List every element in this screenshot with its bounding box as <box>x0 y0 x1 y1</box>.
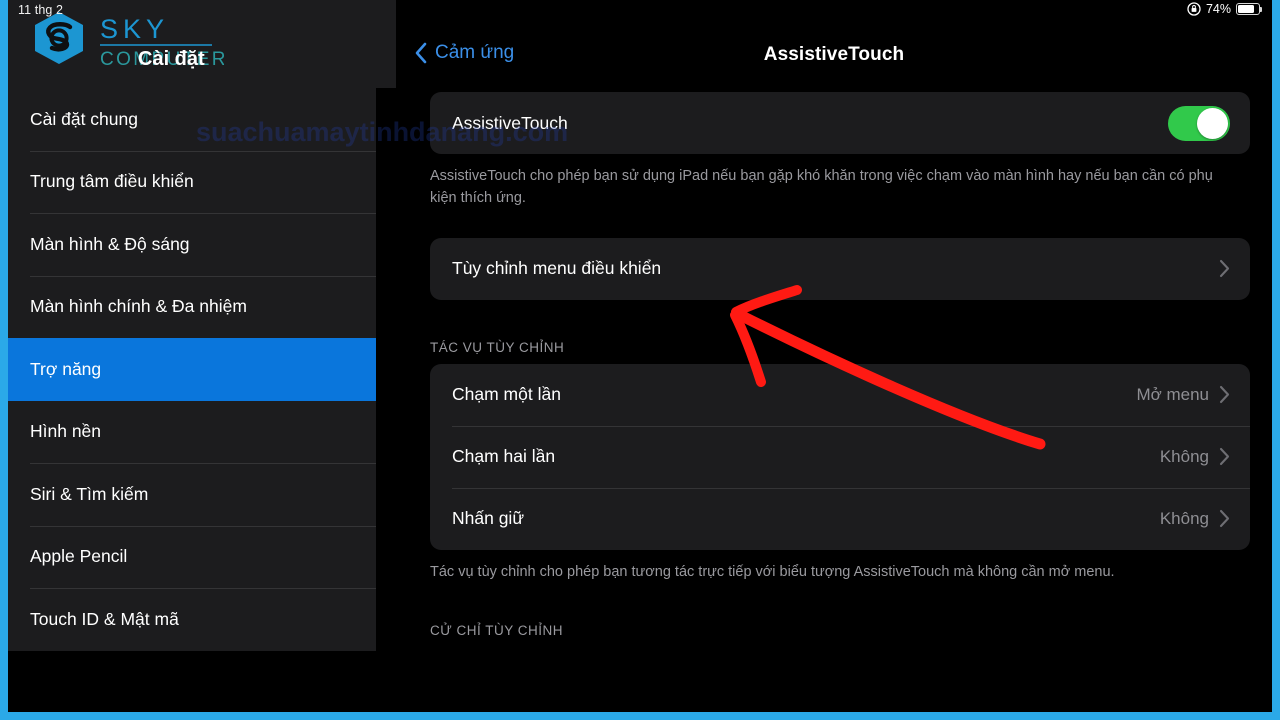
assistivetouch-footnote: AssistiveTouch cho phép bạn sử dụng iPad… <box>430 168 1213 206</box>
single-tap-label: Chạm một lần <box>452 384 561 404</box>
sidebar-item-apple-pencil[interactable]: Apple Pencil <box>8 525 396 588</box>
chevron-right-icon <box>1219 385 1230 404</box>
assistivetouch-toggle-label: AssistiveTouch <box>452 112 568 133</box>
screenshot-frame: 11 thg 2 74% SKY COMPUTER Cài đặt Cài đặ… <box>0 0 1280 720</box>
sidebar-item-cai-dat-chung[interactable]: Cài đặt chung <box>8 88 396 151</box>
status-bar: 11 thg 2 74% <box>8 0 1272 22</box>
sidebar-item-man-hinh-do-sang[interactable]: Màn hình & Độ sáng <box>8 213 396 276</box>
long-press-value: Không <box>1159 508 1209 528</box>
sidebar-item-label: Trung tâm điều khiển <box>30 171 194 192</box>
sidebar-item-trung-tam-dieu-khien[interactable]: Trung tâm điều khiển <box>8 150 396 213</box>
rotation-lock-icon <box>1187 2 1201 16</box>
long-press-label: Nhấn giữ <box>452 508 525 528</box>
assistivetouch-toggle-card: AssistiveTouch <box>430 92 1250 154</box>
chevron-right-icon <box>1219 509 1230 528</box>
double-tap-row[interactable]: Chạm hai lần Không <box>430 425 1250 488</box>
custom-actions-card: Chạm một lần Mở menu Chạm hai lần Không <box>430 363 1250 550</box>
long-press-row[interactable]: Nhấn giữ Không <box>430 487 1250 550</box>
sidebar-item-label: Hình nền <box>30 421 102 442</box>
sidebar-item-label: Siri & Tìm kiếm <box>30 483 149 504</box>
settings-sidebar: SKY COMPUTER Cài đặt Cài đặt chung Trung… <box>8 0 396 712</box>
custom-actions-footnote: Tác vụ tùy chỉnh cho phép bạn tương tác … <box>430 563 1115 580</box>
assistivetouch-toggle-row[interactable]: AssistiveTouch <box>430 92 1250 154</box>
sidebar-item-label: Apple Pencil <box>30 546 128 567</box>
detail-title: AssistiveTouch <box>763 44 905 65</box>
battery-icon <box>1236 3 1263 15</box>
sidebar-item-siri-tim-kiem[interactable]: Siri & Tìm kiếm <box>8 463 396 526</box>
status-bar-right-cluster: 74% <box>1187 2 1263 16</box>
single-tap-row[interactable]: Chạm một lần Mở menu <box>430 364 1250 426</box>
customize-control-menu-label: Tùy chỉnh menu điều khiển <box>452 258 662 278</box>
sidebar-item-label: Trợ năng <box>30 358 102 379</box>
sidebar-item-hinh-nen[interactable]: Hình nền <box>8 400 396 463</box>
custom-gestures-section-header: CỬ CHỈ TÙY CHỈNH <box>430 623 564 639</box>
sidebar-item-label: Touch ID & Mật mã <box>30 608 179 629</box>
customize-menu-card: Tùy chỉnh menu điều khiển <box>430 237 1250 300</box>
chevron-right-icon <box>1219 259 1230 278</box>
customize-control-menu-row[interactable]: Tùy chỉnh menu điều khiển <box>430 238 1250 300</box>
custom-actions-section-header: TÁC VỤ TÙY CHỈNH <box>430 339 565 355</box>
ipad-screen: 11 thg 2 74% SKY COMPUTER Cài đặt Cài đặ… <box>8 0 1272 712</box>
sidebar-item-touch-id-mat-ma[interactable]: Touch ID & Mật mã <box>8 588 396 651</box>
chevron-right-icon <box>1219 447 1230 466</box>
battery-percentage: 74% <box>1205 2 1231 16</box>
sidebar-item-group: Cài đặt chung Trung tâm điều khiển Màn h… <box>8 88 396 651</box>
sidebar-item-tro-nang[interactable]: Trợ năng <box>8 338 396 401</box>
sidebar-scroll-area[interactable]: Cài đặt chung Trung tâm điều khiển Màn h… <box>8 88 396 712</box>
detail-scroll-area[interactable]: AssistiveTouch AssistiveTouch cho phép b… <box>396 92 1272 712</box>
sidebar-gutter <box>376 88 396 712</box>
double-tap-label: Chạm hai lần <box>452 446 556 466</box>
sidebar-item-label: Màn hình chính & Đa nhiệm <box>30 296 247 317</box>
assistivetouch-toggle-switch[interactable] <box>1168 105 1230 141</box>
status-bar-date: 11 thg 2 <box>18 3 64 17</box>
sidebar-item-man-hinh-chinh-da-nhiem[interactable]: Màn hình chính & Đa nhiệm <box>8 275 396 338</box>
page-title: Cài đặt <box>138 48 205 70</box>
assistivetouch-detail-pane: Cảm ứng AssistiveTouch AssistiveTouch As… <box>396 0 1272 712</box>
double-tap-value: Không <box>1159 446 1209 466</box>
sidebar-item-label: Màn hình & Độ sáng <box>30 233 190 254</box>
single-tap-value: Mở menu <box>1136 384 1209 404</box>
sidebar-item-label: Cài đặt chung <box>30 108 138 129</box>
